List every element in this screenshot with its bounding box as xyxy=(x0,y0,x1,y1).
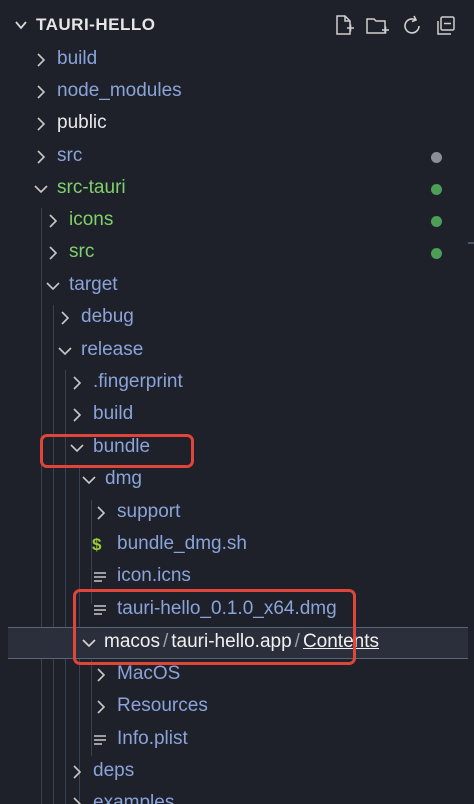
tree-item-label: target xyxy=(69,274,118,295)
refresh-icon[interactable] xyxy=(400,14,424,38)
tree-item-bundle-dmg-sh[interactable]: $ bundle_dmg.sh xyxy=(0,529,474,561)
tree-item-label: dmg xyxy=(105,468,142,489)
chevron-down-icon xyxy=(33,181,49,197)
explorer-title: TAURI-HELLO xyxy=(36,15,156,34)
chevron-right-icon xyxy=(45,213,61,229)
tree-item-src-tauri[interactable]: src-tauri xyxy=(0,173,474,205)
tree-item-label: build xyxy=(93,403,134,424)
chevron-right-icon xyxy=(45,245,61,261)
tree-item-target[interactable]: target xyxy=(0,270,474,302)
tree-item-label: debug xyxy=(81,306,134,327)
git-status-dot xyxy=(431,184,442,195)
chevron-right-icon xyxy=(33,52,49,68)
tree-item-examples[interactable]: examples xyxy=(0,788,474,804)
chevron-right-icon xyxy=(93,667,109,683)
new-file-icon[interactable] xyxy=(332,14,356,38)
collapse-all-icon[interactable] xyxy=(434,14,458,38)
chevron-down-icon[interactable] xyxy=(14,18,28,37)
tree-item-label: icons xyxy=(69,209,114,230)
tree-item-label: Info.plist xyxy=(117,728,188,749)
tree-item-label: bundle_dmg.sh xyxy=(117,533,247,554)
tree-item-node-modules[interactable]: node_modules xyxy=(0,76,474,108)
tree-item-build[interactable]: build xyxy=(0,44,474,76)
chevron-right-icon xyxy=(69,796,85,804)
tree-item-debug[interactable]: debug xyxy=(0,302,474,334)
chevron-right-icon xyxy=(93,505,109,521)
tree-item-src[interactable]: src xyxy=(0,141,474,173)
tree-item-label: MacOS xyxy=(117,663,181,684)
tree-item-label: build xyxy=(57,48,98,69)
chevron-down-icon xyxy=(57,343,73,359)
chevron-right-icon xyxy=(33,84,49,100)
git-status-dot xyxy=(431,152,442,163)
tree-item-info-plist[interactable]: Info.plist xyxy=(0,724,474,756)
highlight-box-bundle xyxy=(40,434,194,468)
chevron-right-icon xyxy=(93,699,109,715)
chevron-down-icon xyxy=(81,472,97,488)
highlight-box-dmg-and-app xyxy=(73,589,356,665)
tree-item-release-build[interactable]: build xyxy=(0,399,474,431)
chevron-right-icon xyxy=(69,407,85,423)
tree-item-icons[interactable]: icons xyxy=(0,205,474,237)
tree-item-resources[interactable]: Resources xyxy=(0,691,474,723)
file-lines-icon xyxy=(93,568,109,586)
tree-item-support[interactable]: support xyxy=(0,497,474,529)
tree-item-label: src xyxy=(69,241,95,262)
tree-item-label: icon.icns xyxy=(117,565,191,586)
new-folder-icon[interactable] xyxy=(365,14,389,38)
chevron-right-icon xyxy=(33,149,49,165)
tree-item-label: .fingerprint xyxy=(93,371,183,392)
chevron-down-icon xyxy=(45,278,61,294)
shell-script-icon: $ xyxy=(92,535,102,554)
tree-item-label: deps xyxy=(93,760,135,781)
tree-item-label: public xyxy=(57,112,107,133)
tree-item-label: src xyxy=(57,145,83,166)
git-status-dot xyxy=(431,248,442,259)
chevron-right-icon xyxy=(57,310,73,326)
git-status-dot xyxy=(431,216,442,227)
tree-item-release[interactable]: release xyxy=(0,335,474,367)
file-lines-icon xyxy=(93,731,109,749)
tree-item-deps[interactable]: deps xyxy=(0,756,474,788)
chevron-right-icon xyxy=(69,375,85,391)
tree-item-dmg[interactable]: dmg xyxy=(0,464,474,496)
tree-item-label: release xyxy=(81,339,144,360)
tree-item-public[interactable]: public xyxy=(0,108,474,140)
tree-item-label: support xyxy=(117,501,181,522)
chevron-right-icon xyxy=(69,764,85,780)
tree-item-label: Resources xyxy=(117,695,208,716)
tree-item-fingerprint[interactable]: .fingerprint xyxy=(0,367,474,399)
chevron-right-icon xyxy=(33,116,49,132)
tree-item-label: src-tauri xyxy=(57,177,126,198)
tree-item-src-tauri-src[interactable]: src xyxy=(0,237,474,269)
tree-item-label: examples xyxy=(93,792,175,804)
tree-item-label: node_modules xyxy=(57,80,182,101)
